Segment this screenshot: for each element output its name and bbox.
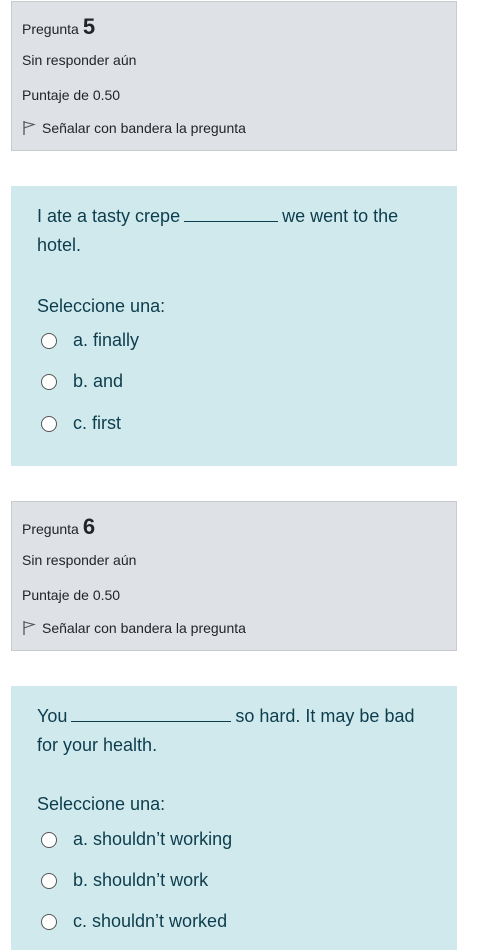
question-label: Pregunta: [22, 521, 79, 537]
select-label: Seleccione una:: [37, 794, 166, 814]
radio-button[interactable]: [41, 872, 57, 889]
radio-button[interactable]: [41, 373, 57, 390]
radio-button[interactable]: [41, 913, 57, 930]
flag-icon: [23, 621, 36, 635]
option-label[interactable]: b. and: [73, 371, 123, 392]
question-text: I ate a tasty crepe we went to the hotel.: [37, 202, 437, 260]
option-label[interactable]: a. finally: [73, 330, 139, 351]
question-content-6: You so hard. It may be bad for your healt…: [11, 686, 457, 950]
option-label[interactable]: a. shouldn’t working: [73, 829, 232, 850]
question-status: Sin responder aún: [22, 552, 137, 568]
question-info-6: Pregunta 6 Sin responder aún Puntaje de 0…: [11, 501, 457, 651]
option-label[interactable]: c. shouldn’t worked: [73, 911, 227, 932]
radio-button[interactable]: [41, 332, 57, 349]
option-label[interactable]: c. first: [73, 413, 121, 434]
question-heading: Pregunta 6: [22, 514, 95, 540]
question-content-5: I ate a tasty crepe we went to the hotel.…: [11, 186, 457, 466]
question-number: 6: [82, 514, 96, 539]
flag-label: Señalar con bandera la pregunta: [42, 620, 246, 636]
flag-label: Señalar con bandera la pregunta: [42, 120, 246, 136]
answer-option[interactable]: c. first: [41, 413, 121, 434]
flag-question-link[interactable]: Señalar con bandera la pregunta: [22, 120, 246, 136]
question-score: Puntaje de 0.50: [22, 87, 121, 103]
question-text-before: You: [37, 706, 68, 726]
answer-option[interactable]: a. shouldn’t working: [41, 829, 232, 850]
question-info-5: Pregunta 5 Sin responder aún Puntaje de 0…: [11, 1, 457, 151]
flag-question-link[interactable]: Señalar con bandera la pregunta: [22, 620, 246, 636]
flag-icon: [23, 121, 36, 135]
answer-option[interactable]: c. shouldn’t worked: [41, 911, 227, 932]
question-number: 5: [82, 14, 96, 39]
answer-option[interactable]: b. and: [41, 371, 123, 392]
question-label: Pregunta: [22, 21, 79, 37]
question-text-before: I ate a tasty crepe: [37, 206, 181, 226]
question-score: Puntaje de 0.50: [22, 587, 121, 603]
question-status: Sin responder aún: [22, 52, 137, 68]
option-label[interactable]: b. shouldn’t work: [73, 870, 208, 891]
radio-button[interactable]: [41, 831, 57, 848]
answer-option[interactable]: b. shouldn’t work: [41, 870, 208, 891]
select-label: Seleccione una:: [37, 296, 166, 316]
radio-button[interactable]: [41, 415, 57, 432]
answer-blank: [184, 207, 279, 222]
answer-option[interactable]: a. finally: [41, 330, 139, 351]
question-heading: Pregunta 5: [22, 14, 95, 40]
question-text: You so hard. It may be bad for your healt…: [37, 702, 437, 760]
answer-blank: [71, 707, 232, 722]
